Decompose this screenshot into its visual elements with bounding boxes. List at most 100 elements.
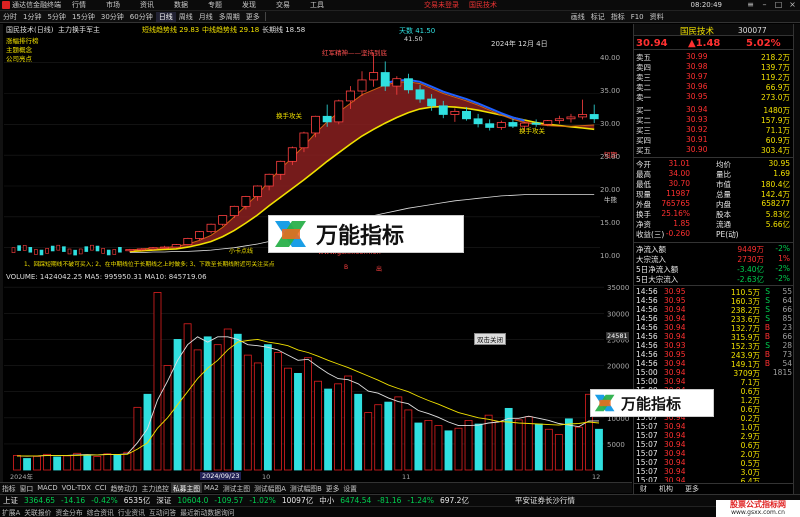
menu-item-2[interactable]: 资讯 <box>140 0 154 10</box>
indicator-tab[interactable]: 设置 <box>341 483 359 493</box>
indicator-tab[interactable]: MA2 <box>202 484 221 492</box>
quote-stock-name: 国民技术 <box>680 27 715 37</box>
indicator-tab[interactable]: 测试幅图A <box>252 483 288 493</box>
price-chart[interactable]: 国民技术(日线) 主力换手军主 短线趋势线 29.83 中线趋势线 29.18 … <box>4 24 632 273</box>
right-scrollbar[interactable] <box>793 24 800 494</box>
indicator-tab[interactable]: 指标 <box>0 483 18 493</box>
quote-tab-1[interactable]: 机构 <box>653 484 679 494</box>
vol-bar <box>544 428 553 471</box>
period-5min[interactable]: 5分钟 <box>44 12 68 22</box>
menu-item-1[interactable]: 市场 <box>106 0 120 10</box>
indicator-tab[interactable]: MACD <box>35 484 59 492</box>
info-tab[interactable]: 行业资讯 <box>116 507 147 517</box>
info-tab[interactable]: 扩展A <box>0 507 22 517</box>
candle-body <box>148 247 158 250</box>
candle-body <box>28 247 33 253</box>
period-minute[interactable]: 分时 <box>0 12 20 22</box>
volume-chart-svg[interactable]: 35000300002500020000150001000050002024年1… <box>4 272 632 482</box>
mini-popup[interactable]: 双击关闭 <box>474 333 506 345</box>
tool-f10[interactable]: F10 <box>628 13 647 21</box>
candle-body <box>84 246 89 252</box>
indicator-tab[interactable]: 窗口 <box>18 483 36 493</box>
tick-price: 30.94 <box>664 458 686 467</box>
menu-item-6[interactable]: 交易 <box>276 0 290 10</box>
period-day[interactable]: 日线 <box>155 11 176 22</box>
login-warning[interactable]: 交易未登录 <box>424 0 459 10</box>
ask-row: 卖四 30.98 139.7万 <box>634 62 794 72</box>
menu-icon[interactable]: ≡ <box>745 0 756 11</box>
vol-bar <box>474 423 483 471</box>
candle-body <box>253 185 262 197</box>
indicator-tab[interactable]: CCI <box>93 484 109 492</box>
stat-row: 最低 30.70 市值 180.4亿 <box>634 179 794 189</box>
volume-chart[interactable]: 35000300002500020000150001000050002024年1… <box>4 272 714 482</box>
tick-list[interactable]: 14:56 30.95 110.5万 S 55 14:56 30.95 160.3万 S 64 14… <box>634 285 794 482</box>
tick-price: 30.94 <box>664 440 686 449</box>
candle-body <box>578 114 588 118</box>
period-multi[interactable]: 多周期 <box>216 12 243 22</box>
ask-price: 30.95 <box>686 92 708 101</box>
indicator-tab[interactable]: VOL-TDX <box>60 484 93 492</box>
candle-body <box>462 110 471 120</box>
period-60min[interactable]: 60分钟 <box>127 12 156 22</box>
period-1min[interactable]: 1分钟 <box>20 12 44 22</box>
quote-tab-2[interactable]: 更多 <box>679 484 705 494</box>
indicator-tab[interactable]: 趋势动力 <box>108 483 139 493</box>
period-15min[interactable]: 15分钟 <box>69 12 98 22</box>
chart-header-name: 国民技术(日线) <box>6 26 54 34</box>
index-chg-sh: -14.16 <box>61 496 86 505</box>
x-axis-label: 12 <box>592 473 600 481</box>
stat-label: PE(动) <box>716 230 739 239</box>
close-icon[interactable]: × <box>787 0 798 11</box>
vol-bar <box>103 453 112 471</box>
period-month[interactable]: 月线 <box>196 12 216 22</box>
tool-mark[interactable]: 标记 <box>588 12 608 22</box>
candle-body <box>95 245 100 252</box>
candle-body <box>45 248 49 254</box>
tool-info[interactable]: 资料 <box>647 12 667 22</box>
vol-bar <box>273 352 282 471</box>
indicator-tab[interactable]: 主力追控 <box>140 483 171 493</box>
flow-label: 5日大宗流入 <box>636 275 679 284</box>
candle-body <box>101 248 105 254</box>
menu-item-5[interactable]: 发现 <box>242 0 256 10</box>
y-tick: 20.00 <box>600 186 621 194</box>
period-30min[interactable]: 30分钟 <box>98 12 127 22</box>
indicator-tab[interactable]: 测试幅图B <box>288 483 324 493</box>
info-tab[interactable]: 资金分布 <box>53 507 84 517</box>
info-tab[interactable]: 综合资讯 <box>85 507 116 517</box>
menu-item-4[interactable]: 专题 <box>208 0 222 10</box>
indicator-tab-active[interactable]: 私募主图 <box>170 483 203 493</box>
bid-price: 30.93 <box>686 115 708 124</box>
info-tab[interactable]: 关联报价 <box>22 507 53 517</box>
indicator-tab[interactable]: 更多 <box>324 483 342 493</box>
candle-body <box>50 245 55 252</box>
vol-bar <box>23 458 31 471</box>
info-tab[interactable]: 互动问答 <box>147 507 178 517</box>
app-title: 通达信金融终端 <box>12 1 61 9</box>
quote-tab-0[interactable]: 财 <box>634 484 653 494</box>
vol-bar <box>53 456 62 471</box>
menu-item-7[interactable]: 工具 <box>310 0 324 10</box>
minimize-icon[interactable]: – <box>759 0 770 11</box>
menu-item-3[interactable]: 数据 <box>174 0 188 10</box>
tick-time: 14:56 <box>636 341 658 350</box>
info-tab[interactable]: 最近新动数据询问 <box>178 507 236 517</box>
vol-y-tick: 35000 <box>607 284 629 292</box>
chart-date-label: 2024年 12月 4日 <box>491 40 548 48</box>
period-more[interactable]: 更多 <box>243 12 263 22</box>
index-label-zx[interactable]: 中小 <box>316 495 337 506</box>
left-label-2[interactable]: 公司亮点 <box>6 53 32 63</box>
ask-row: 卖三 30.97 119.2万 <box>634 72 794 82</box>
tool-draw[interactable]: 画线 <box>568 12 588 22</box>
tick-count: 66 <box>782 332 792 341</box>
maximize-icon[interactable]: □ <box>773 0 784 11</box>
candle-body <box>566 116 576 120</box>
tool-indicator[interactable]: 指标 <box>608 12 628 22</box>
quote-stock-code: 300077 <box>738 26 767 35</box>
menu-item-0[interactable]: 行情 <box>72 0 86 10</box>
index-label-sh[interactable]: 上证 <box>0 495 21 506</box>
period-week[interactable]: 周线 <box>176 12 196 22</box>
index-label-sz[interactable]: 深证 <box>153 495 174 506</box>
indicator-tab[interactable]: 测试主图 <box>221 483 252 493</box>
